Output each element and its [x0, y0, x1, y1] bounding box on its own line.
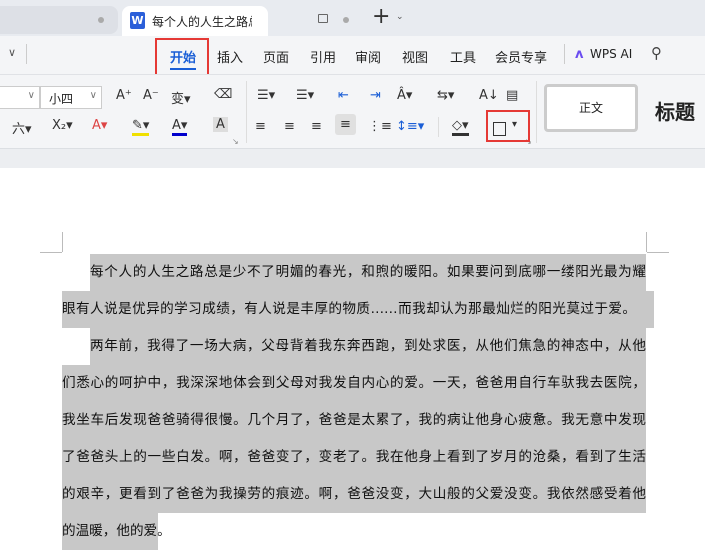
style-normal[interactable]: 正文	[544, 84, 638, 132]
decrease-font-icon[interactable]: A⁻	[143, 88, 159, 103]
subscript-icon[interactable]: X₂▾	[52, 118, 73, 133]
numbered-list-icon[interactable]: ☰▾	[296, 88, 314, 103]
highlight-box-home	[155, 38, 209, 78]
margin-mark	[647, 252, 669, 253]
style-heading[interactable]: 标题	[655, 96, 695, 125]
menu-tab-page[interactable]: 页面	[263, 47, 289, 66]
justify-icon[interactable]: ≡	[335, 114, 356, 135]
align-center-icon[interactable]: ≡	[284, 119, 295, 134]
divider	[564, 44, 565, 64]
search-icon[interactable]: ⚲	[651, 44, 662, 62]
text-line[interactable]: 每个人的人生之路总是少不了明媚的春光，和煦的暖阳。如果要问到底哪一缕阳光最为耀	[90, 254, 646, 291]
phonetic-guide-icon[interactable]: 变▾	[171, 88, 191, 107]
font-dialog-launcher-icon[interactable]: ↘	[232, 137, 239, 146]
tab-title: 每个人的人生之路总是少不了明媚的春光，和煦的暖阳	[152, 15, 252, 29]
font-color-icon[interactable]: A▾	[172, 118, 188, 136]
text-line[interactable]: 们悉心的呵护中，我深深地体会到父母对我发自内心的爱。一天，爸爸用自行车驮我去医院…	[62, 365, 646, 402]
divider	[438, 117, 439, 137]
margin-mark	[646, 232, 647, 252]
menu-tab-insert[interactable]: 插入	[217, 47, 243, 66]
font-size-value: 小四	[49, 92, 74, 106]
line-spacing-icon[interactable]: ↕≡▾	[396, 119, 424, 134]
wps-ai-icon: ʌ	[575, 47, 584, 62]
highlight-box-border	[486, 110, 530, 142]
character-shading-icon[interactable]: A	[213, 117, 228, 132]
text-line[interactable]: 的温暖，他的爱。	[62, 513, 171, 550]
emphasis-mark-icon[interactable]: 六▾	[12, 118, 32, 137]
menu-tab-membership[interactable]: 会员专享	[495, 47, 547, 66]
chevron-down-icon[interactable]: ∨	[8, 46, 16, 59]
shading-icon[interactable]: ◇▾	[452, 118, 469, 136]
tab-close-dot-icon[interactable]	[343, 17, 349, 23]
increase-indent-icon[interactable]: ⇥	[370, 88, 381, 103]
sort-icon[interactable]: A↓	[479, 88, 499, 103]
text-line[interactable]: 两年前，我得了一场大病，父母背着我东奔西跑，到处求医，从他们焦急的神态中，从他	[90, 328, 646, 365]
menu-tab-view[interactable]: 视图	[402, 47, 428, 66]
font-name-select[interactable]: ∨	[0, 86, 40, 109]
style-normal-label: 正文	[578, 101, 603, 115]
align-right-icon[interactable]: ≡	[311, 119, 322, 134]
divider	[536, 81, 537, 143]
distributed-align-icon[interactable]: ⋮≡	[368, 119, 392, 134]
line-wrap-icon[interactable]: ⇆▾	[437, 88, 454, 103]
text-line[interactable]: 我坐车后发现爸爸骑得很慢。几个月了，爸爸是太累了，我的病让他身心疲惫。我无意中发…	[62, 402, 646, 439]
text-line[interactable]: 眼有人说是优异的学习成绩，有人说是丰厚的物质……而我却认为那最灿烂的阳光莫过于爱…	[62, 291, 654, 328]
text-effect-icon[interactable]: A▾	[92, 118, 107, 133]
text-direction-icon[interactable]: Â▾	[397, 88, 412, 103]
menu-tab-tools[interactable]: 工具	[450, 47, 476, 66]
text-line[interactable]: 的艰辛，更看到了爸爸为我操劳的痕迹。啊，爸爸没变，大山般的父爱没变。我依然感受着…	[62, 476, 646, 513]
tab-document[interactable]: W 每个人的人生之路总是少不了明媚的春光，和煦的暖阳	[122, 6, 349, 36]
divider	[246, 81, 247, 143]
margin-mark	[40, 252, 62, 253]
menu-bar: ∨ 开始 插入 页面 引用 审阅 视图 工具 会员专享 ʌ WPS AI ⚲	[0, 36, 705, 74]
divider	[26, 44, 27, 64]
font-size-select[interactable]: 小四 ∨	[40, 86, 102, 109]
tab-bar: W 每个人的人生之路总是少不了明媚的春光，和煦的暖阳 + ⌄	[0, 0, 705, 36]
bullet-list-icon[interactable]: ☰▾	[257, 88, 275, 103]
monitor-icon	[318, 14, 328, 23]
wps-ai-button[interactable]: WPS AI	[590, 47, 632, 61]
decrease-indent-icon[interactable]: ⇤	[338, 88, 349, 103]
table-ruler-icon[interactable]: ▤	[506, 88, 518, 103]
chevron-down-icon[interactable]: ⌄	[396, 12, 404, 22]
increase-font-icon[interactable]: A⁺	[116, 88, 132, 103]
wps-writer-icon: W	[130, 12, 145, 29]
text-line[interactable]: 了爸爸头上的一些白发。啊，爸爸变了，变老了。我在他身上看到了岁月的沧桑，看到了生…	[62, 439, 646, 476]
new-tab-button[interactable]: +	[372, 4, 390, 29]
align-left-icon[interactable]: ≡	[255, 119, 266, 134]
highlight-color-icon[interactable]: ✎▾	[132, 118, 150, 136]
workspace-gap	[0, 148, 705, 168]
menu-tab-reference[interactable]: 引用	[310, 47, 336, 66]
margin-mark	[62, 232, 63, 252]
menu-tab-review[interactable]: 审阅	[355, 47, 381, 66]
eraser-icon[interactable]: ⌫	[214, 87, 232, 102]
tab-dot-icon	[98, 17, 104, 23]
tab-inactive[interactable]	[0, 6, 118, 34]
